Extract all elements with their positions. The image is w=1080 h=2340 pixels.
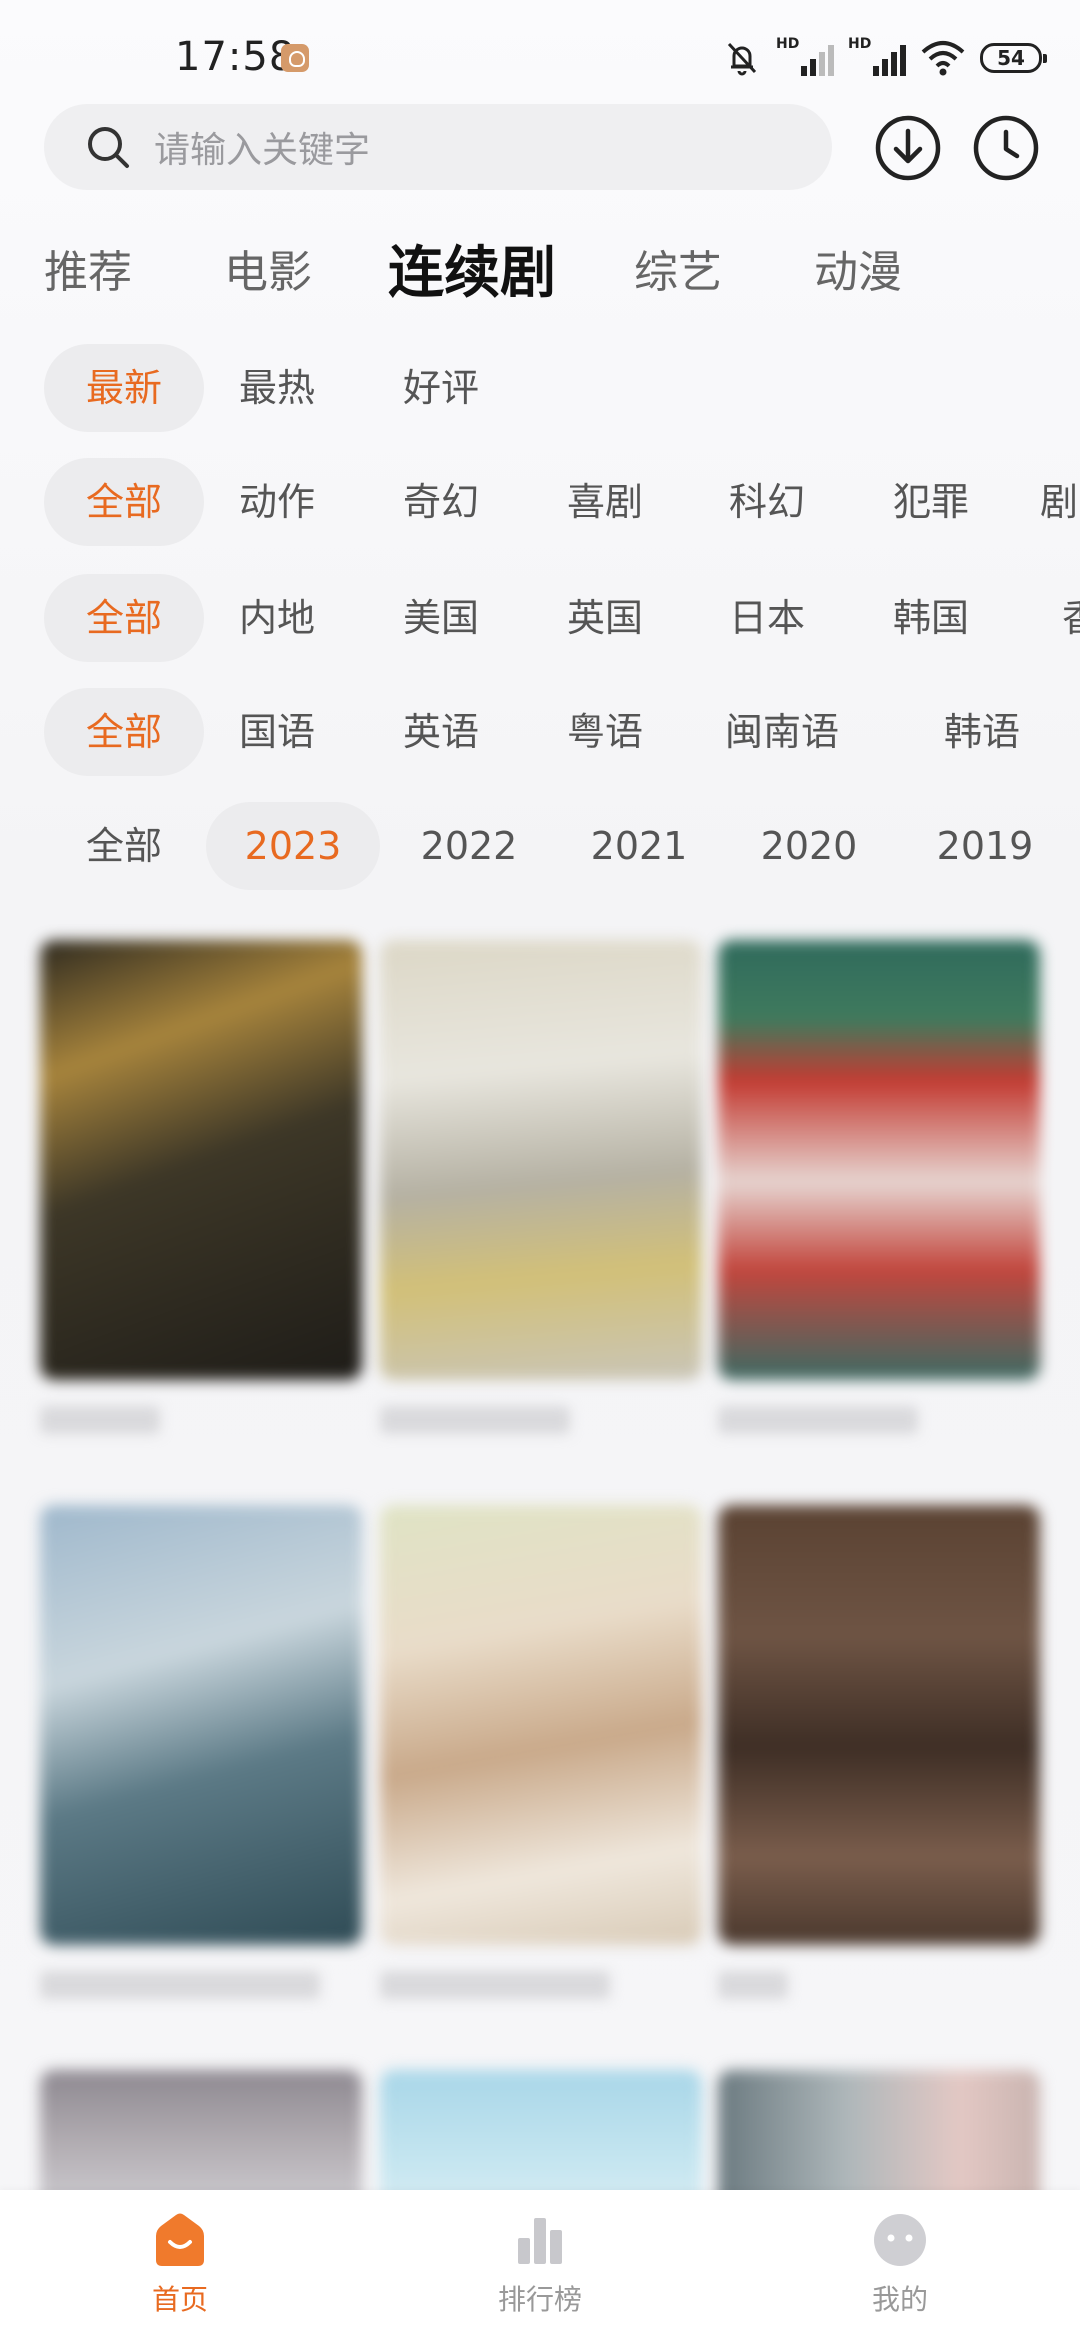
filter-sort-rating[interactable]: 好评 bbox=[386, 344, 496, 432]
poster-image bbox=[40, 1505, 362, 1945]
filter-year-2020[interactable]: 2020 bbox=[744, 802, 874, 890]
nav-home[interactable]: 首页 bbox=[80, 2212, 280, 2318]
poster-image bbox=[718, 1505, 1040, 1945]
bottom-navigation: 首页 排行榜 我的 bbox=[0, 2190, 1080, 2340]
poster-image bbox=[380, 1505, 702, 1945]
home-icon bbox=[156, 2213, 204, 2266]
wifi-icon bbox=[921, 41, 965, 76]
filter-region-uk[interactable]: 英国 bbox=[550, 574, 660, 662]
nav-profile-label: 我的 bbox=[871, 2283, 928, 2316]
filter-language-korean[interactable]: 韩语 bbox=[922, 688, 1042, 776]
filter-row-year: 全部 2023 2022 2021 2020 2019 bbox=[44, 802, 1080, 890]
nav-ranking-label: 排行榜 bbox=[497, 2283, 582, 2316]
series-card[interactable] bbox=[380, 940, 702, 1434]
profile-face-icon bbox=[874, 2214, 926, 2266]
filter-row-language: 全部 国语 英语 粤语 闽南语 韩语 bbox=[44, 688, 1080, 776]
filter-genre-comedy[interactable]: 喜剧 bbox=[550, 458, 660, 546]
series-card[interactable] bbox=[40, 1505, 362, 1999]
series-card[interactable] bbox=[718, 1505, 1040, 1999]
signal-sim1-icon: HD bbox=[776, 36, 834, 78]
category-tabs: 推荐 电影 连续剧 综艺 动漫 bbox=[44, 226, 1080, 310]
series-card[interactable] bbox=[40, 940, 362, 1434]
filter-language-cantonese[interactable]: 粤语 bbox=[550, 688, 660, 776]
search-icon bbox=[88, 127, 129, 168]
filter-genre-crime[interactable]: 犯罪 bbox=[876, 458, 986, 546]
title-placeholder bbox=[40, 1971, 320, 1999]
filter-year-2021[interactable]: 2021 bbox=[574, 802, 704, 890]
filter-year-2022[interactable]: 2022 bbox=[404, 802, 534, 890]
search-input[interactable]: 请输入关键字 bbox=[154, 121, 370, 173]
status-icons: HD HD 54 bbox=[722, 36, 1047, 80]
filter-sort-hot[interactable]: 最热 bbox=[222, 344, 332, 432]
poster-image bbox=[40, 940, 362, 1380]
status-bar: 17:58 HD HD 54 bbox=[0, 0, 1080, 110]
filter-row-region: 全部 内地 美国 英国 日本 韩国 香 bbox=[44, 574, 1080, 662]
filter-language-english[interactable]: 英语 bbox=[386, 688, 496, 776]
filter-row-sort: 最新 最热 好评 bbox=[44, 344, 1080, 432]
nav-ranking[interactable]: 排行榜 bbox=[440, 2212, 640, 2318]
title-placeholder bbox=[718, 1971, 788, 1999]
filter-row-genre: 全部 动作 奇幻 喜剧 科幻 犯罪 剧 bbox=[44, 458, 1080, 546]
filter-region-usa[interactable]: 美国 bbox=[386, 574, 496, 662]
filter-genre-fantasy[interactable]: 奇幻 bbox=[386, 458, 496, 546]
search-bar[interactable]: 请输入关键字 bbox=[44, 104, 832, 190]
filter-region-japan[interactable]: 日本 bbox=[712, 574, 822, 662]
signal-sim2-icon: HD bbox=[848, 36, 906, 78]
filter-sort-latest[interactable]: 最新 bbox=[44, 344, 204, 432]
chart-icon bbox=[518, 2218, 562, 2264]
title-placeholder bbox=[718, 1406, 918, 1434]
title-placeholder bbox=[380, 1971, 610, 1999]
status-time: 17:58 bbox=[175, 34, 296, 80]
poster-image bbox=[718, 940, 1040, 1380]
nav-profile[interactable]: 我的 bbox=[800, 2212, 1000, 2318]
filter-language-all[interactable]: 全部 bbox=[44, 688, 204, 776]
tab-anime[interactable]: 动漫 bbox=[814, 236, 984, 300]
battery-indicator: 54 bbox=[980, 43, 1047, 73]
series-card[interactable] bbox=[718, 940, 1040, 1434]
filter-region-mainland[interactable]: 内地 bbox=[222, 574, 332, 662]
tab-series[interactable]: 连续剧 bbox=[388, 228, 634, 309]
mute-bell-icon bbox=[727, 42, 757, 76]
title-placeholder bbox=[40, 1406, 160, 1434]
filter-year-2019[interactable]: 2019 bbox=[920, 802, 1050, 890]
poster-image bbox=[380, 940, 702, 1380]
history-clock-icon[interactable] bbox=[972, 114, 1040, 182]
filter-region-more[interactable]: 香 bbox=[1062, 574, 1080, 662]
series-card[interactable] bbox=[380, 1505, 702, 1999]
filter-genre-all[interactable]: 全部 bbox=[44, 458, 204, 546]
app-notification-icon bbox=[281, 44, 309, 72]
tab-movies[interactable]: 电影 bbox=[224, 236, 388, 300]
hd-label: HD bbox=[848, 36, 872, 52]
app-screen: 17:58 HD HD 54 请输入关键字 推荐 电影 连续剧 综艺 动漫 最新… bbox=[0, 0, 1080, 2340]
filter-genre-scifi[interactable]: 科幻 bbox=[712, 458, 822, 546]
filter-region-korea[interactable]: 韩国 bbox=[876, 574, 986, 662]
filter-genre-action[interactable]: 动作 bbox=[222, 458, 332, 546]
tab-variety[interactable]: 综艺 bbox=[634, 236, 814, 300]
download-icon[interactable] bbox=[874, 114, 942, 182]
filter-language-mandarin[interactable]: 国语 bbox=[222, 688, 332, 776]
filter-genre-more[interactable]: 剧 bbox=[1040, 458, 1080, 546]
title-placeholder bbox=[380, 1406, 570, 1434]
filter-language-minnan[interactable]: 闽南语 bbox=[712, 688, 852, 776]
filter-region-all[interactable]: 全部 bbox=[44, 574, 204, 662]
nav-home-label: 首页 bbox=[151, 2283, 208, 2316]
filter-year-all[interactable]: 全部 bbox=[44, 802, 204, 890]
hd-label: HD bbox=[776, 36, 800, 52]
tab-recommend[interactable]: 推荐 bbox=[44, 236, 224, 300]
filter-year-2023[interactable]: 2023 bbox=[206, 802, 380, 890]
